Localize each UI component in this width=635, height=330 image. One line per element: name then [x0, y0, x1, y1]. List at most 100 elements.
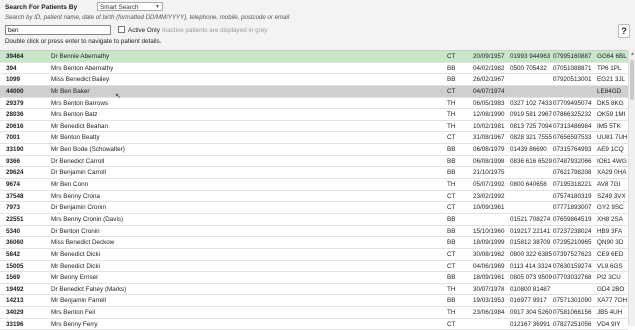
cell-id: 394 [6, 64, 17, 72]
cell-type: TH [447, 309, 456, 317]
cell-name: Mrs Benton Batz [51, 111, 98, 119]
cell-id: 33196 [6, 320, 24, 328]
table-row[interactable]: 22551 Mrs Benny Cronin (Davis) BB 01521 708… [0, 214, 628, 226]
cell-mob: 07313486984 [553, 122, 592, 130]
cell-name: Dr Benjamin Carroll [51, 169, 106, 177]
cell-post: CE9 6ED [597, 250, 624, 258]
cell-name: Mrs Benny Ferry [51, 320, 98, 328]
table-row[interactable]: 37548 Mrs Benny Crona CT 23/02/1992 07574180… [0, 191, 628, 203]
table-row[interactable]: 15005 Mr Benedict Dicki CT 04/06/1969 0113 4… [0, 261, 628, 273]
table-row[interactable]: 5842 Mr Benedict Dicki CT 30/08/1962 0800 32… [0, 249, 628, 261]
cell-mob: 07195318221 [553, 181, 592, 189]
cell-post: JB5 4UH [597, 309, 623, 317]
cell-dob: 23/06/1984 [473, 309, 505, 317]
cell-type: CT [447, 53, 456, 60]
table-row[interactable]: 19492 Dr Benedict Fahey (Marks) TH 30/07/19… [0, 284, 628, 296]
cell-tel: 012167 36991 [510, 320, 551, 328]
cell-dob: 31/08/1967 [473, 134, 505, 142]
cell-dob: 15/10/1960 [473, 227, 505, 235]
cell-tel: 0919 581 2967 [510, 111, 553, 119]
table-row[interactable]: 20616 Mr Benedict Beahan TH 10/02/1981 0813 … [0, 121, 628, 133]
cell-type: BB [447, 274, 456, 282]
cell-type: TH [447, 122, 456, 130]
table-row[interactable]: 7001 Mr Benton Beatty CT 31/08/1967 0828 321… [0, 132, 628, 145]
search-mode-value: Smart Search [100, 4, 139, 11]
table-row[interactable]: 34029 Mrs Benton Feil TH 23/06/1984 0917 304… [0, 307, 628, 319]
cell-dob: 04/06/1969 [473, 262, 505, 270]
cell-dob: 05/07/1992 [473, 181, 505, 189]
cell-post: IO61 4WG [597, 157, 627, 165]
cell-mob: 07621798208 [553, 169, 592, 177]
cell-mob: 07487932066 [553, 157, 592, 165]
table-row[interactable]: 5340 Dr Benton Cronin BB 15/10/1960 019217 2… [0, 226, 628, 238]
cell-dob: 12/08/1990 [473, 111, 505, 119]
table-row[interactable]: 1099 Miss Benedict Bailey BB 26/02/1967 0792… [0, 74, 628, 86]
cell-id: 22551 [6, 215, 24, 223]
cell-name: Mr Ben Conn [51, 181, 89, 189]
cell-post: IM5 5TK [597, 122, 621, 130]
cell-name: Mr Benedict Dicki [51, 262, 100, 270]
cell-post: VD4 9IY [597, 320, 621, 328]
cell-name: Mrs Benny Crona [51, 192, 100, 200]
table-row[interactable]: 33190 Mr Ben Bode (Schowalter) BB 06/08/197… [0, 144, 628, 156]
cell-mob: 07866325232 [553, 111, 592, 119]
cell-post: XH8 2SA [597, 215, 623, 223]
cell-type: CT [447, 204, 456, 212]
table-row[interactable]: 36060 Miss Benedict Deckow BB 18/09/1999 015… [0, 237, 628, 249]
cell-mob: 07051088871 [553, 64, 592, 72]
search-hint: Search by ID, patient name, date of birt… [5, 14, 290, 21]
cell-type: TH [447, 99, 456, 107]
table-row[interactable]: 44000 Mr Ben Baker CT 04/07/1974 LE84GD [0, 85, 628, 98]
cell-post: GY2 9SC [597, 204, 624, 212]
navigation-instruction: Double click or press enter to navigate … [5, 38, 162, 45]
cell-mob: 07571301090 [553, 297, 592, 305]
scroll-up-icon[interactable]: ▲ [630, 51, 635, 57]
active-only-checkbox[interactable] [118, 26, 125, 33]
table-row[interactable]: 1569 Mr Benny Ernser BB 18/09/1961 0805 073 … [0, 272, 628, 284]
cell-id: 5340 [6, 227, 21, 235]
cell-type: CT [447, 262, 456, 270]
cell-post: OK59 1MI [597, 111, 626, 119]
cell-tel: 01521 708274 [510, 215, 551, 223]
cell-mob: 07295210965 [553, 239, 592, 247]
cell-tel: 010800 81487 [510, 285, 551, 293]
table-row[interactable]: 14213 Mr Benjamin Farrell BB 19/03/1953 0169… [0, 295, 628, 308]
cell-dob: 18/09/1961 [473, 274, 505, 282]
cell-name: Mrs Benton Barrows [51, 99, 109, 107]
table-row[interactable]: 29624 Dr Benjamin Carroll BB 21/10/1975 0762… [0, 167, 628, 180]
cell-tel: 016977 9917 [510, 297, 547, 305]
help-button[interactable]: ? [618, 24, 630, 38]
table-row[interactable]: 28036 Mrs Benton Batz TH 12/08/1990 0919 581… [0, 109, 628, 121]
cell-type: CT [447, 250, 456, 258]
cell-tel: 0327 102 7433 [510, 99, 553, 107]
cell-type: CT [447, 192, 456, 200]
cell-dob: 23/02/1992 [473, 192, 505, 200]
cell-dob: 26/02/1967 [473, 76, 505, 84]
scroll-thumb[interactable] [630, 60, 634, 100]
active-only-label[interactable]: Active Only [128, 27, 160, 34]
cell-post: XA29 0HA [597, 169, 627, 177]
cell-type: BB [447, 215, 456, 223]
table-row[interactable]: 33196 Mrs Benny Ferry CT 012167 36991 078272… [0, 319, 628, 330]
cell-tel: 0113 414 3324 [510, 262, 552, 270]
cell-type: BB [447, 297, 456, 305]
cell-name: Mrs Benny Cronin (Davis) [51, 215, 124, 223]
table-row[interactable]: 9366 Dr Benedict Carroll BB 06/08/1998 0836 … [0, 156, 628, 168]
cell-tel: 0800 322 6385 [510, 250, 553, 258]
cell-post: DK5 8KG [597, 99, 624, 107]
table-row[interactable]: 39464 Dr Bennie Abernathy CT 20/09/1957 0199… [0, 51, 628, 63]
cell-mob: 07709495074 [553, 99, 592, 107]
search-input[interactable]: ben [5, 25, 111, 35]
table-row[interactable]: 9674 Mr Ben Conn TH 05/07/1992 0800 640658 07… [0, 179, 628, 191]
table-row[interactable]: 7973 Dr Benjamin Cronin CT 10/09/1961 077718… [0, 202, 628, 214]
cell-name: Mr Benjamin Farrell [51, 297, 106, 305]
cell-tel: 0500 705432 [510, 64, 547, 72]
table-row[interactable]: 394 Mrs Benton Abernathy BB 04/02/1982 0500 … [0, 63, 628, 75]
cell-name: Mr Benedict Dicki [51, 250, 100, 258]
table-row[interactable]: 29379 Mrs Benton Barrows TH 06/05/1983 0327 … [0, 98, 628, 110]
cell-tel: 0836 616 6529 [510, 157, 553, 165]
results-scrollbar[interactable]: ▲ [628, 50, 635, 326]
cell-name: Dr Bennie Abernathy [51, 53, 110, 60]
search-mode-select[interactable]: Smart Search ▼ [97, 2, 163, 11]
cell-name: Mr Benedict Beahan [51, 122, 109, 130]
